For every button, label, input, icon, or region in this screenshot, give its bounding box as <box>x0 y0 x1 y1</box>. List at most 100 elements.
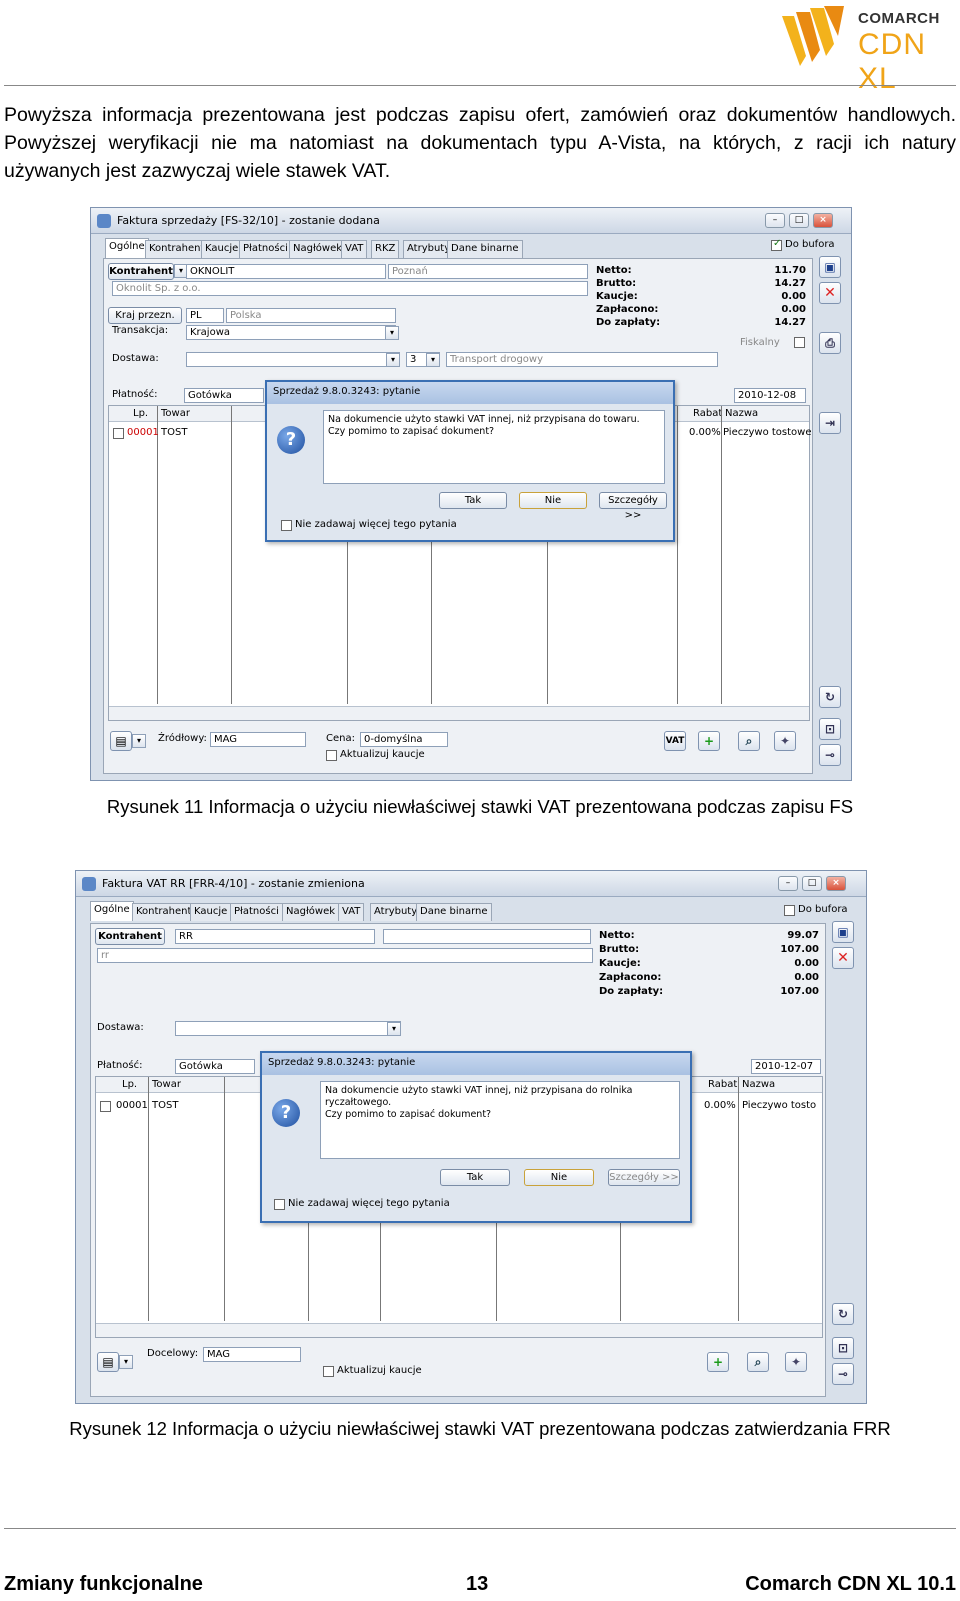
tab-ogolne[interactable]: Ogólne <box>90 901 134 921</box>
question-dialog: Sprzedaż 9.8.0.3243: pytanie ? Na dokume… <box>260 1051 692 1223</box>
nie-button[interactable]: Nie <box>524 1169 594 1186</box>
kraj-name-field[interactable]: Polska <box>226 308 396 323</box>
document-dropdown[interactable]: ▾ <box>119 1355 133 1369</box>
export-icon[interactable]: ⇥ <box>819 412 841 434</box>
kontrahent-button[interactable]: Kontrahent <box>108 263 174 280</box>
kontrahent-name-field[interactable]: rr <box>97 948 593 963</box>
dostawa-dropdown[interactable]: ▾ <box>387 1022 401 1036</box>
minimize-button[interactable]: – <box>765 213 785 228</box>
kontrahent-button[interactable]: Kontrahent <box>95 928 165 945</box>
dostawa-num-dropdown[interactable]: ▾ <box>426 353 440 367</box>
dialog-message-line: Czy pomimo to zapisać dokument? <box>328 426 495 437</box>
close-button[interactable]: × <box>813 213 833 228</box>
print-icon[interactable]: ⎙ <box>819 332 841 354</box>
row-lp: 00001 <box>116 1100 148 1111</box>
pin-icon[interactable]: ⊸ <box>832 1363 854 1385</box>
cena-select[interactable]: 0-domyślna <box>360 732 448 747</box>
tak-button[interactable]: Tak <box>439 492 507 509</box>
lock-icon[interactable]: ⊡ <box>819 718 841 740</box>
tab-dane-binarne[interactable]: Dane binarne <box>416 903 492 921</box>
lock-icon[interactable]: ⊡ <box>832 1337 854 1359</box>
dostawa-select[interactable] <box>175 1021 401 1036</box>
summary-zaplacono-value: 0.00 <box>794 972 819 983</box>
city-field[interactable] <box>383 929 591 944</box>
search-icon[interactable]: ⌕ <box>738 731 760 751</box>
cancel-icon[interactable]: ✕ <box>832 947 854 969</box>
zrodlowy-select[interactable]: MAG <box>210 732 306 747</box>
horizontal-scrollbar[interactable] <box>109 706 809 720</box>
tab-kaucje[interactable]: Kaucje <box>201 240 243 258</box>
fiskalny-checkbox[interactable] <box>794 337 805 348</box>
refresh-icon[interactable]: ↻ <box>832 1303 854 1325</box>
tab-kontrahent[interactable]: Kontrahent <box>132 903 196 921</box>
pin-icon[interactable]: ⊸ <box>819 744 841 766</box>
aktualizuj-kaucje-checkbox[interactable] <box>323 1366 334 1377</box>
search-icon[interactable]: ⌕ <box>747 1352 769 1372</box>
tab-ogolne[interactable]: Ogólne <box>105 238 149 258</box>
tab-kontrahent[interactable]: Kontrahent <box>145 240 209 258</box>
dostawa-dropdown[interactable]: ▾ <box>386 353 400 367</box>
col-lp: Lp. <box>133 408 149 419</box>
transakcja-dropdown[interactable]: ▾ <box>385 326 399 340</box>
kraj-code-field[interactable]: PL <box>186 308 224 323</box>
docelowy-select[interactable]: MAG <box>203 1347 301 1362</box>
close-button[interactable]: × <box>826 876 846 891</box>
date-field[interactable]: 2010-12-08 <box>734 388 806 403</box>
refresh-icon[interactable]: ↻ <box>819 686 841 708</box>
date-field[interactable]: 2010-12-07 <box>751 1059 821 1074</box>
tab-platnosci[interactable]: Płatności <box>230 903 283 921</box>
nie-zadawaj-checkbox[interactable] <box>274 1199 285 1210</box>
row-checkbox[interactable] <box>113 428 124 439</box>
platnosc-select[interactable]: Gotówka <box>184 388 264 403</box>
maximize-button[interactable]: □ <box>789 213 809 228</box>
tab-platnosci[interactable]: Płatności <box>239 240 292 258</box>
minimize-button[interactable]: – <box>778 876 798 891</box>
tab-vat[interactable]: VAT <box>338 903 365 921</box>
szczegoly-button[interactable]: Szczegóły >> <box>608 1169 680 1186</box>
tab-dane-binarne[interactable]: Dane binarne <box>447 240 523 258</box>
row-checkbox[interactable] <box>100 1101 111 1112</box>
do-bufora-checkbox[interactable] <box>771 238 782 251</box>
save-icon[interactable]: ▣ <box>819 256 841 278</box>
transport-field[interactable]: Transport drogowy <box>446 352 718 367</box>
vat-button[interactable]: VAT <box>664 731 686 751</box>
platnosc-label: Płatność: <box>97 1060 143 1071</box>
do-bufora-label: Do bufora <box>798 904 848 915</box>
kontrahent-name-field[interactable]: Oknolit Sp. z o.o. <box>112 281 588 296</box>
nie-zadawaj-label: Nie zadawaj więcej tego pytania <box>288 1198 450 1209</box>
tab-kaucje[interactable]: Kaucje <box>190 903 232 921</box>
document-icon[interactable]: ▤ <box>110 731 132 751</box>
tab-rkz[interactable]: RKZ <box>371 240 400 258</box>
transakcja-select[interactable]: Krajowa <box>186 325 396 340</box>
tab-naglowek[interactable]: Nagłówek <box>282 903 340 921</box>
do-bufora-checkbox[interactable] <box>784 905 795 916</box>
save-icon[interactable]: ▣ <box>832 921 854 943</box>
cancel-icon[interactable]: ✕ <box>819 282 841 304</box>
kontrahent-code-field[interactable]: OKNOLIT <box>186 264 386 279</box>
tab-vat[interactable]: VAT <box>341 240 368 258</box>
aktualizuj-kaucje-checkbox[interactable] <box>326 750 337 761</box>
document-dropdown[interactable]: ▾ <box>132 734 146 748</box>
tab-naglowek[interactable]: Nagłówek <box>289 240 347 258</box>
window-icon <box>97 214 111 228</box>
question-icon: ? <box>277 426 305 454</box>
dostawa-select[interactable] <box>186 352 400 367</box>
trash-icon[interactable]: ✦ <box>785 1352 807 1372</box>
horizontal-scrollbar[interactable] <box>96 1323 822 1337</box>
kontrahent-code-field[interactable]: RR <box>175 929 375 944</box>
nie-zadawaj-checkbox[interactable] <box>281 520 292 531</box>
comarch-w-logo-icon <box>782 6 844 66</box>
document-icon[interactable]: ▤ <box>97 1352 119 1372</box>
tak-button[interactable]: Tak <box>440 1169 510 1186</box>
kraj-przezn-button[interactable]: Kraj przezn. <box>108 307 182 324</box>
add-icon[interactable]: + <box>707 1352 729 1372</box>
trash-icon[interactable]: ✦ <box>774 731 796 751</box>
col-towar: Towar <box>161 408 190 419</box>
szczegoly-button[interactable]: Szczegóły >> <box>599 492 667 521</box>
tab-atrybuty[interactable]: Atrybuty <box>370 903 422 921</box>
platnosc-select[interactable]: Gotówka <box>175 1059 255 1074</box>
add-icon[interactable]: + <box>698 731 720 751</box>
maximize-button[interactable]: □ <box>802 876 822 891</box>
city-field[interactable]: Poznań <box>388 264 588 279</box>
nie-button[interactable]: Nie <box>519 492 587 509</box>
